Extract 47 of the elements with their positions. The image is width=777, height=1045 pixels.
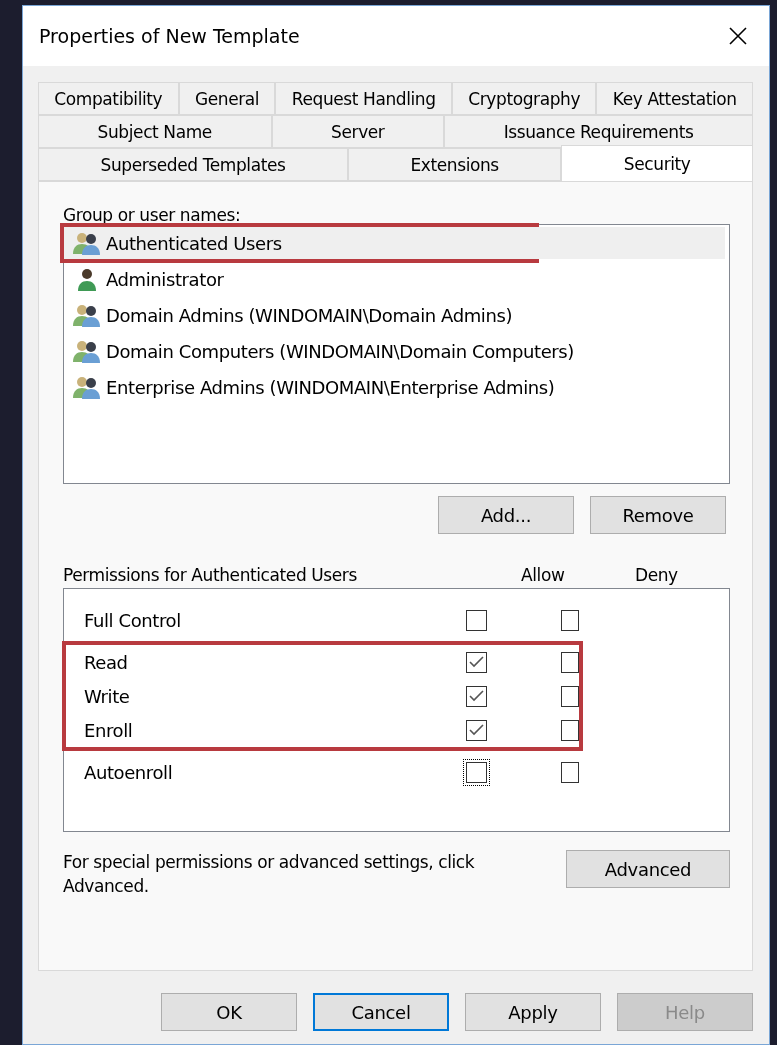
tab[interactable]: Cryptography: [452, 82, 597, 115]
tab[interactable]: Compatibility: [38, 82, 179, 115]
advanced-button[interactable]: Advanced: [566, 850, 730, 888]
permissions-label: Permissions for Authenticated Users: [63, 564, 358, 586]
allow-checkbox[interactable]: [466, 685, 488, 707]
dialog-button[interactable]: OK: [161, 993, 297, 1031]
permission-name: Read: [84, 651, 129, 673]
deny-heading: Deny: [635, 564, 678, 586]
user-list-item[interactable]: Authenticated Users: [64, 227, 725, 259]
tab[interactable]: Superseded Templates: [38, 148, 348, 181]
deny-checkbox[interactable]: [560, 609, 579, 631]
deny-checkbox[interactable]: [560, 761, 579, 783]
deny-checkbox[interactable]: [560, 685, 579, 707]
dialog-button[interactable]: Cancel: [313, 993, 449, 1031]
deny-checkbox[interactable]: [560, 651, 579, 673]
group-label: Group or user names:: [63, 204, 242, 226]
window-title: Properties of New Template: [39, 25, 300, 47]
dialog-button[interactable]: Apply: [465, 993, 601, 1031]
users-icon: [72, 375, 102, 399]
allow-checkbox[interactable]: [466, 609, 488, 631]
advanced-hint: For special permissions or advanced settings, click Advanced.: [63, 851, 476, 898]
users-icon: [72, 339, 102, 363]
permission-name: Enroll: [84, 719, 134, 741]
tab[interactable]: Issuance Requirements: [444, 115, 753, 148]
user-list-item[interactable]: Enterprise Admins (WINDOMAIN\Enterprise Admins): [64, 371, 725, 403]
tab[interactable]: Extensions: [348, 148, 562, 181]
permission-name: Write: [84, 685, 131, 707]
allow-checkbox[interactable]: [466, 719, 488, 741]
tab[interactable]: Server: [271, 115, 445, 148]
tab[interactable]: General: [178, 82, 276, 115]
add-button[interactable]: Add...: [438, 496, 574, 534]
allow-checkbox[interactable]: [466, 651, 488, 673]
tab[interactable]: Security: [561, 145, 753, 181]
close-icon: [729, 27, 747, 45]
permission-name: Full Control: [84, 609, 182, 631]
user-list-item[interactable]: Administrator: [64, 263, 725, 295]
tab[interactable]: Key Attestation: [596, 82, 753, 115]
user-list-item[interactable]: Domain Computers (WINDOMAIN\Domain Computers): [64, 335, 725, 367]
users-icon: [72, 303, 102, 327]
remove-button[interactable]: Remove: [590, 496, 726, 534]
user-list-item[interactable]: Domain Admins (WINDOMAIN\Domain Admins): [64, 299, 725, 331]
permission-name: Autoenroll: [84, 761, 174, 783]
users-icon: [72, 231, 102, 255]
tab[interactable]: Subject Name: [38, 115, 272, 148]
allow-heading: Allow: [521, 564, 566, 586]
deny-checkbox[interactable]: [560, 719, 579, 741]
tab[interactable]: Request Handling: [275, 82, 452, 115]
